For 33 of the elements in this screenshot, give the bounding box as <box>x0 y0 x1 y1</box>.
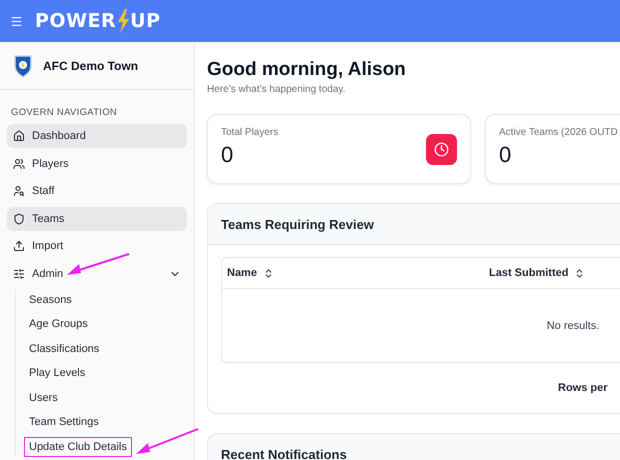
shield-icon <box>13 212 25 224</box>
menu-icon[interactable] <box>10 14 23 28</box>
column-header[interactable]: Name <box>227 267 257 279</box>
section-title: GOVERN NAVIGATION <box>10 106 118 120</box>
sub-nav-item[interactable]: Update Club Details <box>24 436 132 457</box>
nav-item[interactable]: Teams <box>7 206 187 230</box>
panel-title: Recent Notifications <box>221 446 347 460</box>
rows-per-page-label: Rows per <box>558 382 608 394</box>
column-header[interactable]: Last Submitted <box>489 267 568 279</box>
sub-nav-item[interactable]: Team Settings <box>24 412 104 432</box>
stat-label: Active Teams (2026 OUTD <box>499 127 618 138</box>
logo: POWER UP <box>35 9 161 33</box>
home-icon <box>13 130 25 142</box>
panel-title: Teams Requiring Review <box>221 216 374 232</box>
sub-nav-item[interactable]: Age Groups <box>24 314 93 334</box>
sub-nav-item[interactable]: Users <box>24 388 63 408</box>
sliders-icon <box>13 268 25 280</box>
empty-message: No results. <box>546 320 600 332</box>
upload-icon <box>13 240 25 252</box>
greeting-subtitle: Here’s what’s happening today. <box>207 84 346 95</box>
greeting-title: Good morning, Alison <box>207 59 407 81</box>
clock-icon <box>426 134 457 164</box>
stat-value: 0 <box>499 142 512 168</box>
sub-nav-item[interactable]: Seasons <box>24 290 77 310</box>
club-crest-icon <box>13 54 33 78</box>
sub-nav-item[interactable]: Play Levels <box>24 363 90 384</box>
sub-nav-item[interactable]: Classifications <box>24 338 104 359</box>
nav-item[interactable]: Dashboard <box>7 124 187 148</box>
club-name: AFC Demo Town <box>43 58 138 72</box>
user-search-icon <box>13 185 25 197</box>
users-icon <box>13 158 25 170</box>
stat-label: Total Players <box>221 127 278 138</box>
stat-value: 0 <box>221 142 234 168</box>
